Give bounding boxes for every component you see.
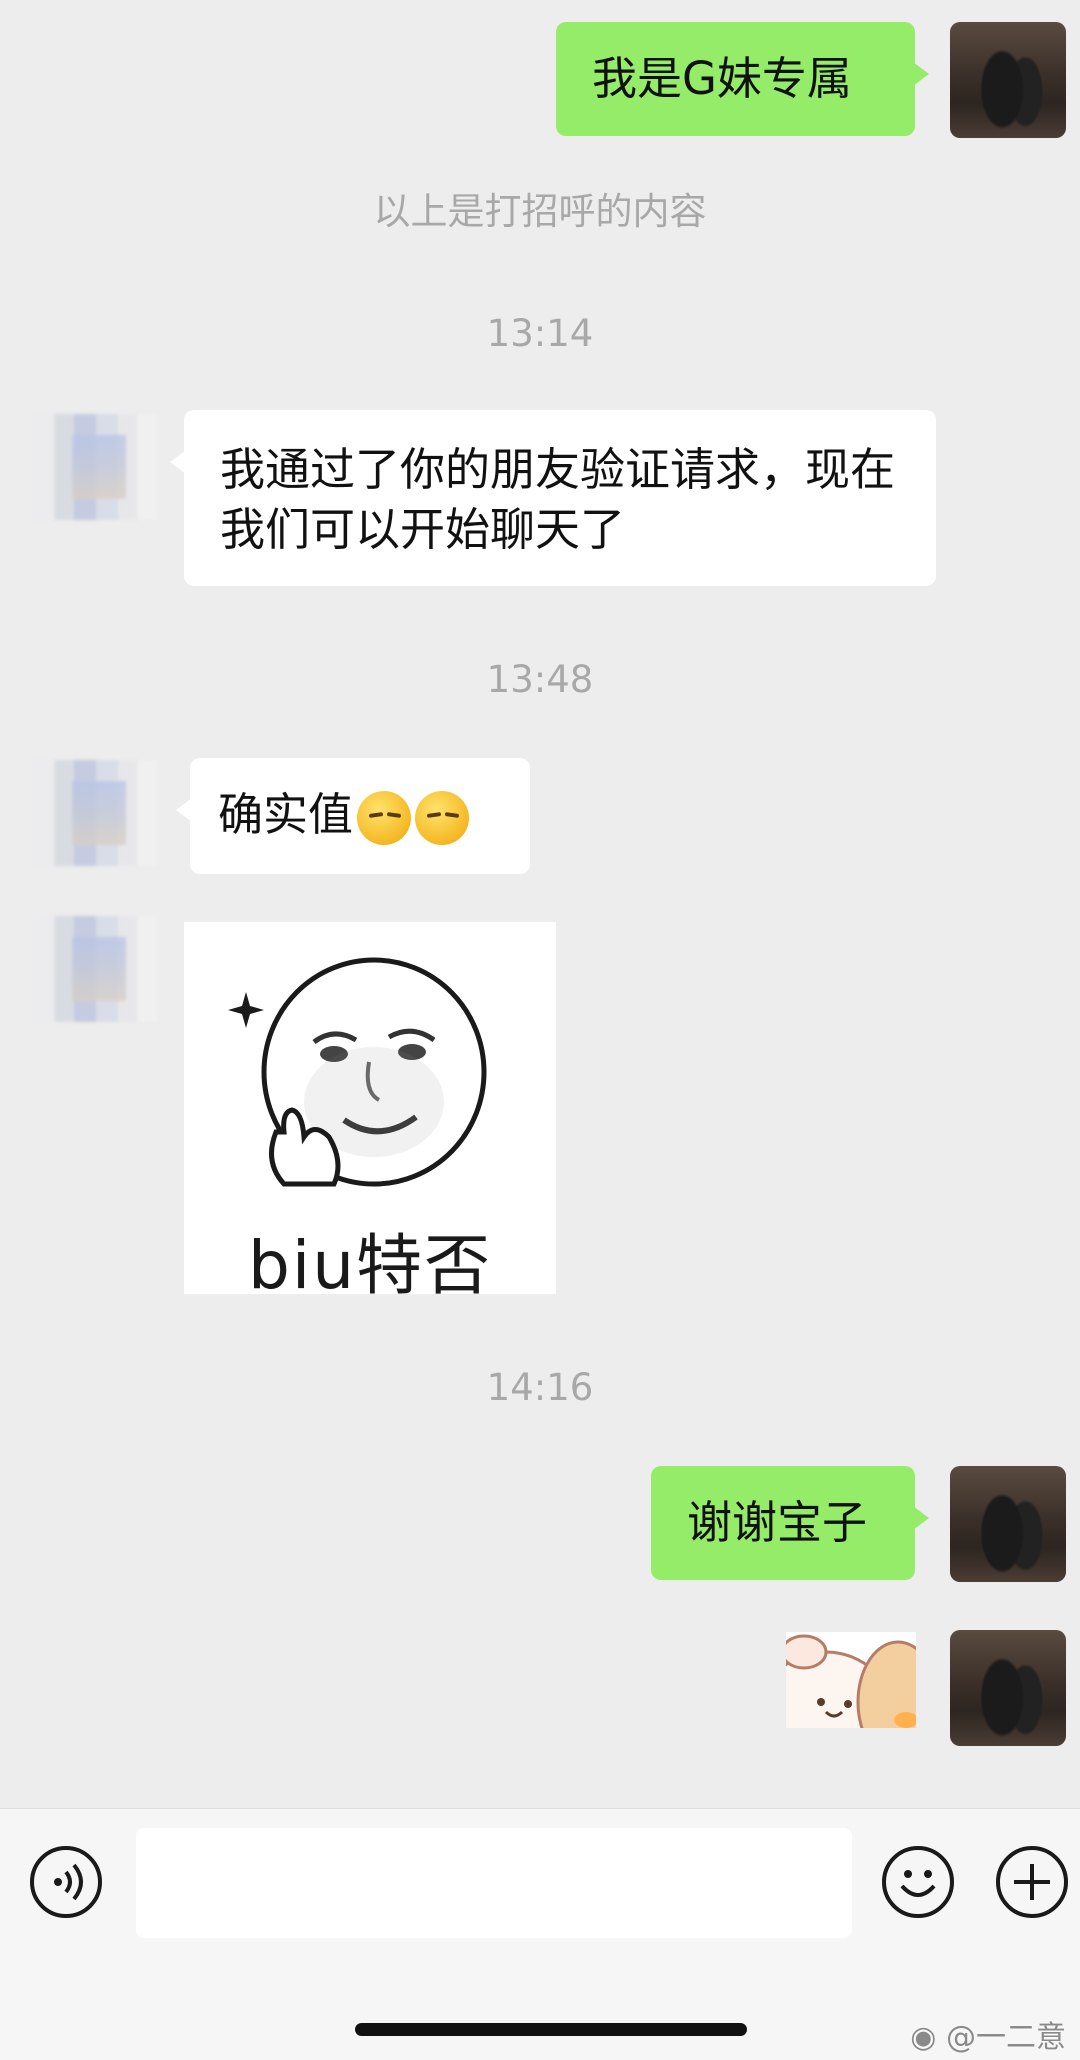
weibo-icon: ◉ [910,2020,937,2055]
thinking-face-emoji [415,791,470,845]
avatar-contact[interactable] [35,916,157,1022]
home-indicator[interactable] [355,2023,747,2036]
timestamp: 13:48 [486,658,594,701]
message-bubble-self[interactable]: 我是G妹专属 [556,22,929,136]
timestamp: 13:14 [486,312,594,355]
sticker-message[interactable]: biu特否 [184,922,556,1304]
bear-sticker-illustration [786,1634,916,1728]
message-bubble-other[interactable]: 我通过了你的朋友验证请求，现在我们可以开始聊天了 [170,410,936,586]
message-bubble-other[interactable]: 确实值 [176,758,530,874]
avatar-contact[interactable] [35,414,157,520]
emoji-icon[interactable] [882,1846,954,1918]
message-text: 确实值 [218,788,354,841]
voice-icon[interactable] [30,1846,102,1918]
message-text: 我通过了你的朋友验证请求，现在我们可以开始聊天了 [220,443,896,556]
weibo-watermark: ◉ @一二意 [910,2012,1066,2056]
sticker-face-illustration [228,957,487,1187]
message-input[interactable] [136,1828,852,1938]
avatar-self[interactable] [950,1630,1066,1746]
timestamp: 14:16 [486,1366,594,1409]
plus-icon[interactable] [996,1846,1068,1918]
sticker-caption: biu特否 [247,1227,493,1304]
system-note: 以上是打招呼的内容 [373,190,707,233]
avatar-contact[interactable] [35,760,157,866]
avatar-self[interactable] [950,22,1066,138]
message-bubble-self[interactable]: 谢谢宝子 [651,1466,929,1580]
avatar-self[interactable] [950,1466,1066,1582]
watermark-text: @一二意 [946,2020,1066,2055]
thinking-face-emoji [357,791,412,845]
message-text: 我是G妹专属 [592,52,852,105]
message-text: 谢谢宝子 [687,1496,868,1549]
sticker-message-self[interactable] [786,1632,916,1728]
